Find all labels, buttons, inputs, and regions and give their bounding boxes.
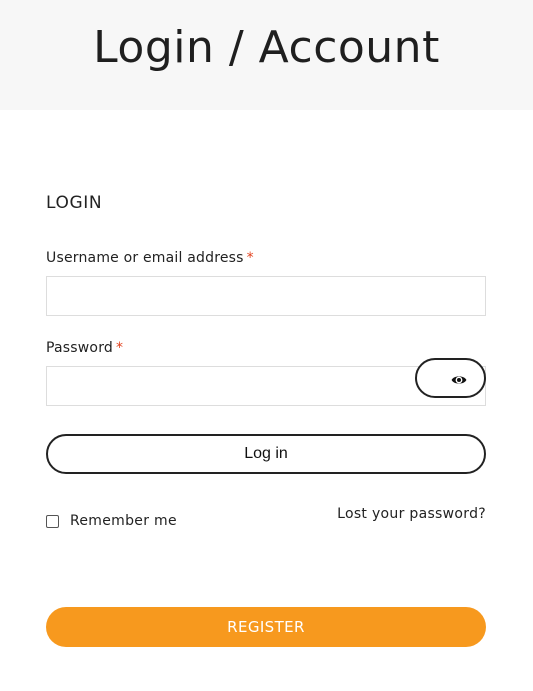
username-label: Username or email address * xyxy=(46,249,254,267)
username-label-text: Username or email address xyxy=(46,250,244,266)
page-header: Login / Account xyxy=(0,0,533,110)
password-label-text: Password xyxy=(46,340,113,356)
required-asterisk: * xyxy=(246,250,254,266)
username-input[interactable] xyxy=(46,276,486,316)
remember-me-label[interactable]: Remember me xyxy=(70,513,177,529)
remember-me-checkbox[interactable] xyxy=(46,514,59,528)
page-title: Login / Account xyxy=(93,22,440,73)
required-asterisk: * xyxy=(116,340,124,356)
login-button[interactable]: Log in xyxy=(46,434,486,474)
show-password-button[interactable] xyxy=(415,358,486,398)
login-heading: LOGIN xyxy=(46,193,103,213)
lost-password-link[interactable]: Lost your password? xyxy=(337,505,486,523)
remember-me-row[interactable]: Remember me xyxy=(46,512,177,530)
eye-icon xyxy=(451,376,467,384)
register-button[interactable]: REGISTER xyxy=(46,607,486,647)
password-label: Password * xyxy=(46,339,123,357)
